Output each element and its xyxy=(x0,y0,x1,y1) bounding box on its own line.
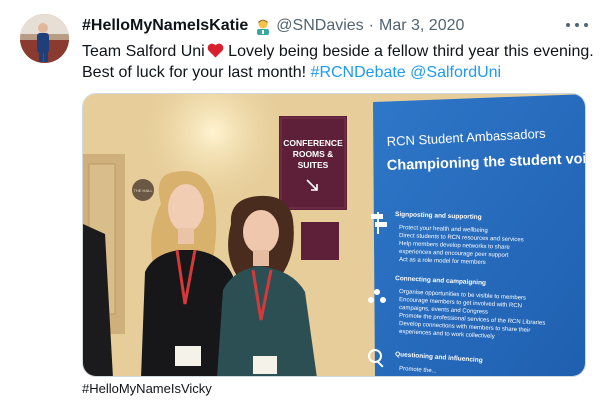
tweet-text-line-2: Best of luck for your last month! #RCNDe… xyxy=(82,62,602,83)
tweet-date[interactable]: Mar 3, 2020 xyxy=(379,17,464,35)
tweet-text-line-1: Team Salford Uni Lovely being beside a f… xyxy=(82,41,602,62)
neck-left xyxy=(178,228,194,244)
user-handle[interactable]: @SNDavies xyxy=(276,17,363,35)
photo-scene: THE HALL CONFERENCE ROOMS & SUITES RCN S… xyxy=(83,94,585,376)
more-horizontal-icon-dot xyxy=(584,23,588,27)
badge-right xyxy=(253,356,277,374)
mention-link[interactable]: @SalfordUni xyxy=(410,64,501,81)
sign-line-1: CONFERENCE xyxy=(283,138,343,148)
tweet-text-part: Best of luck for your last month! xyxy=(82,64,311,81)
photo-caption: #HelloMyNameIsVicky xyxy=(82,381,212,396)
badge-left xyxy=(175,346,201,366)
tweet-header: #HelloMyNameIsKatie @SNDavies · Mar 3, 2… xyxy=(82,15,464,37)
door-sign-text: THE HALL xyxy=(133,188,153,193)
tweet-text-part: Team Salford Uni xyxy=(82,43,205,60)
tweet[interactable]: #HelloMyNameIsKatie @SNDavies · Mar 3, 2… xyxy=(0,0,610,400)
tweet-text: Team Salford Uni Lovely being beside a f… xyxy=(82,41,602,83)
avatar-image xyxy=(20,14,69,63)
face-right xyxy=(243,210,279,254)
neck-right xyxy=(253,250,269,266)
small-sign xyxy=(301,222,339,260)
tweet-text-part: Lovely being beside a fellow third year … xyxy=(223,43,594,60)
face-left xyxy=(168,184,204,232)
separator-dot: · xyxy=(368,17,374,34)
tweet-photo[interactable]: THE HALL CONFERENCE ROOMS & SUITES RCN S… xyxy=(82,93,586,377)
sign-line-3: SUITES xyxy=(298,160,329,170)
health-worker-emoji-icon xyxy=(257,19,270,35)
sign-line-2: ROOMS & xyxy=(293,149,334,159)
avatar[interactable] xyxy=(20,14,69,63)
hashtag-link[interactable]: #RCNDebate xyxy=(311,64,406,81)
more-horizontal-icon-dot xyxy=(566,23,570,27)
red-heart-icon xyxy=(207,43,223,58)
display-name[interactable]: #HelloMyNameIsKatie xyxy=(82,17,248,35)
more-horizontal-icon-dot xyxy=(575,23,579,27)
more-options-button[interactable] xyxy=(566,18,588,32)
